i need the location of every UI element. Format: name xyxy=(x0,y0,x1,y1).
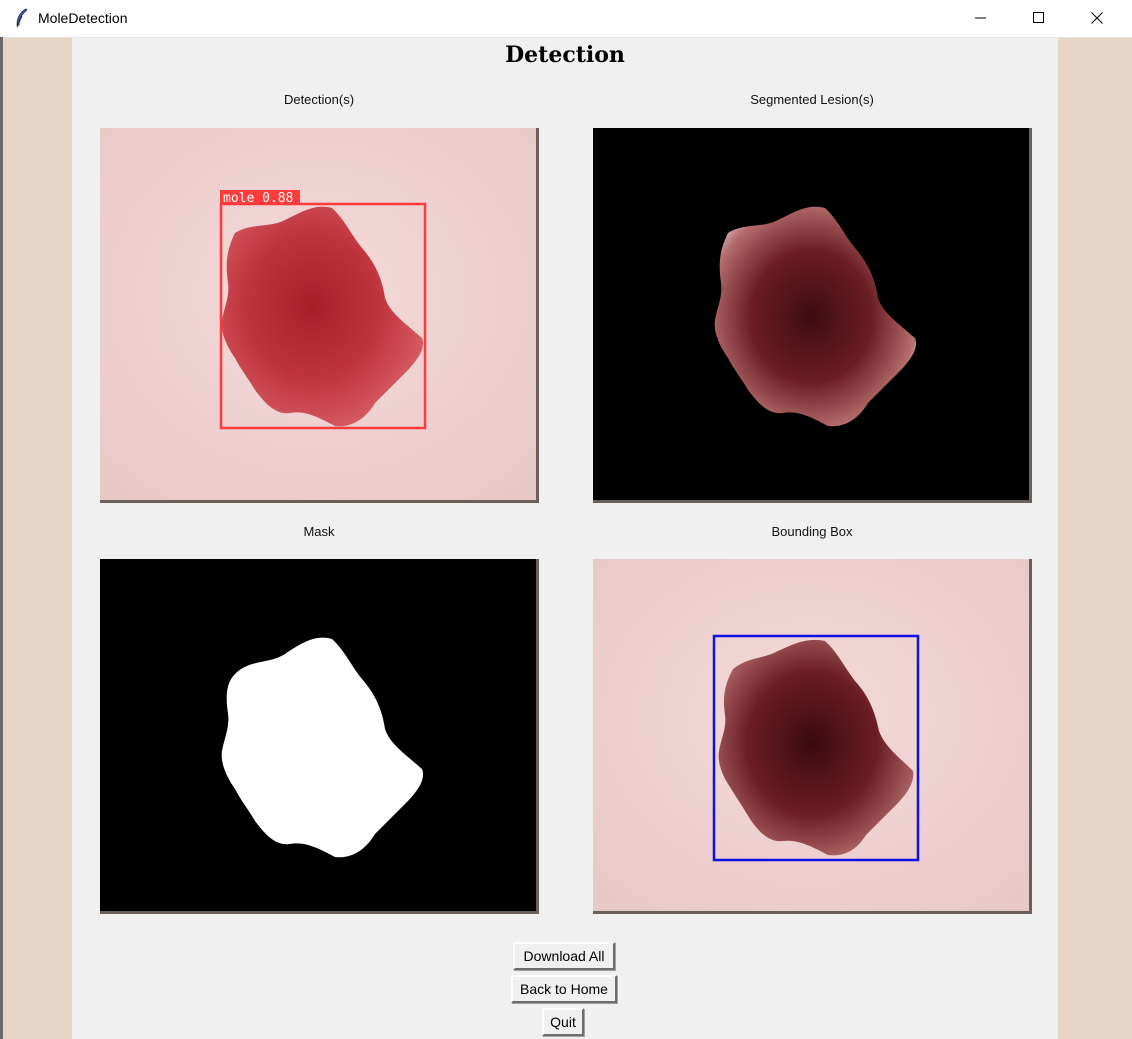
close-icon xyxy=(1091,9,1103,28)
maximize-button[interactable] xyxy=(1010,0,1068,37)
detection-label: mole 0.88 xyxy=(223,191,293,206)
segmented-label: Segmented Lesion(s) xyxy=(750,92,874,107)
bounding-box-label: Bounding Box xyxy=(771,524,853,539)
window-border xyxy=(0,37,3,1039)
close-button[interactable] xyxy=(1068,0,1126,37)
segmented-image xyxy=(593,128,1032,503)
bounding-box-image xyxy=(593,559,1032,914)
detections-label: Detection(s) xyxy=(283,92,355,107)
page-title: Detection xyxy=(505,42,625,68)
feather-icon xyxy=(14,8,30,28)
app-window: MoleDetection Detection Detection(s) mol… xyxy=(0,0,1132,1039)
quit-button[interactable]: Quit xyxy=(542,1008,584,1036)
maximize-icon xyxy=(1033,9,1045,28)
window-title: MoleDetection xyxy=(38,10,128,26)
back-to-home-button[interactable]: Back to Home xyxy=(511,975,617,1003)
minimize-icon xyxy=(975,9,987,28)
mask-image xyxy=(100,559,539,914)
title-bar[interactable]: MoleDetection xyxy=(0,0,1132,38)
detection-page: Detection Detection(s) mole 0.88 Segment… xyxy=(72,38,1058,1039)
minimize-button[interactable] xyxy=(952,0,1010,37)
detections-image: mole 0.88 xyxy=(100,128,539,503)
download-all-button[interactable]: Download All xyxy=(513,942,615,970)
mask-label: Mask xyxy=(303,524,335,539)
